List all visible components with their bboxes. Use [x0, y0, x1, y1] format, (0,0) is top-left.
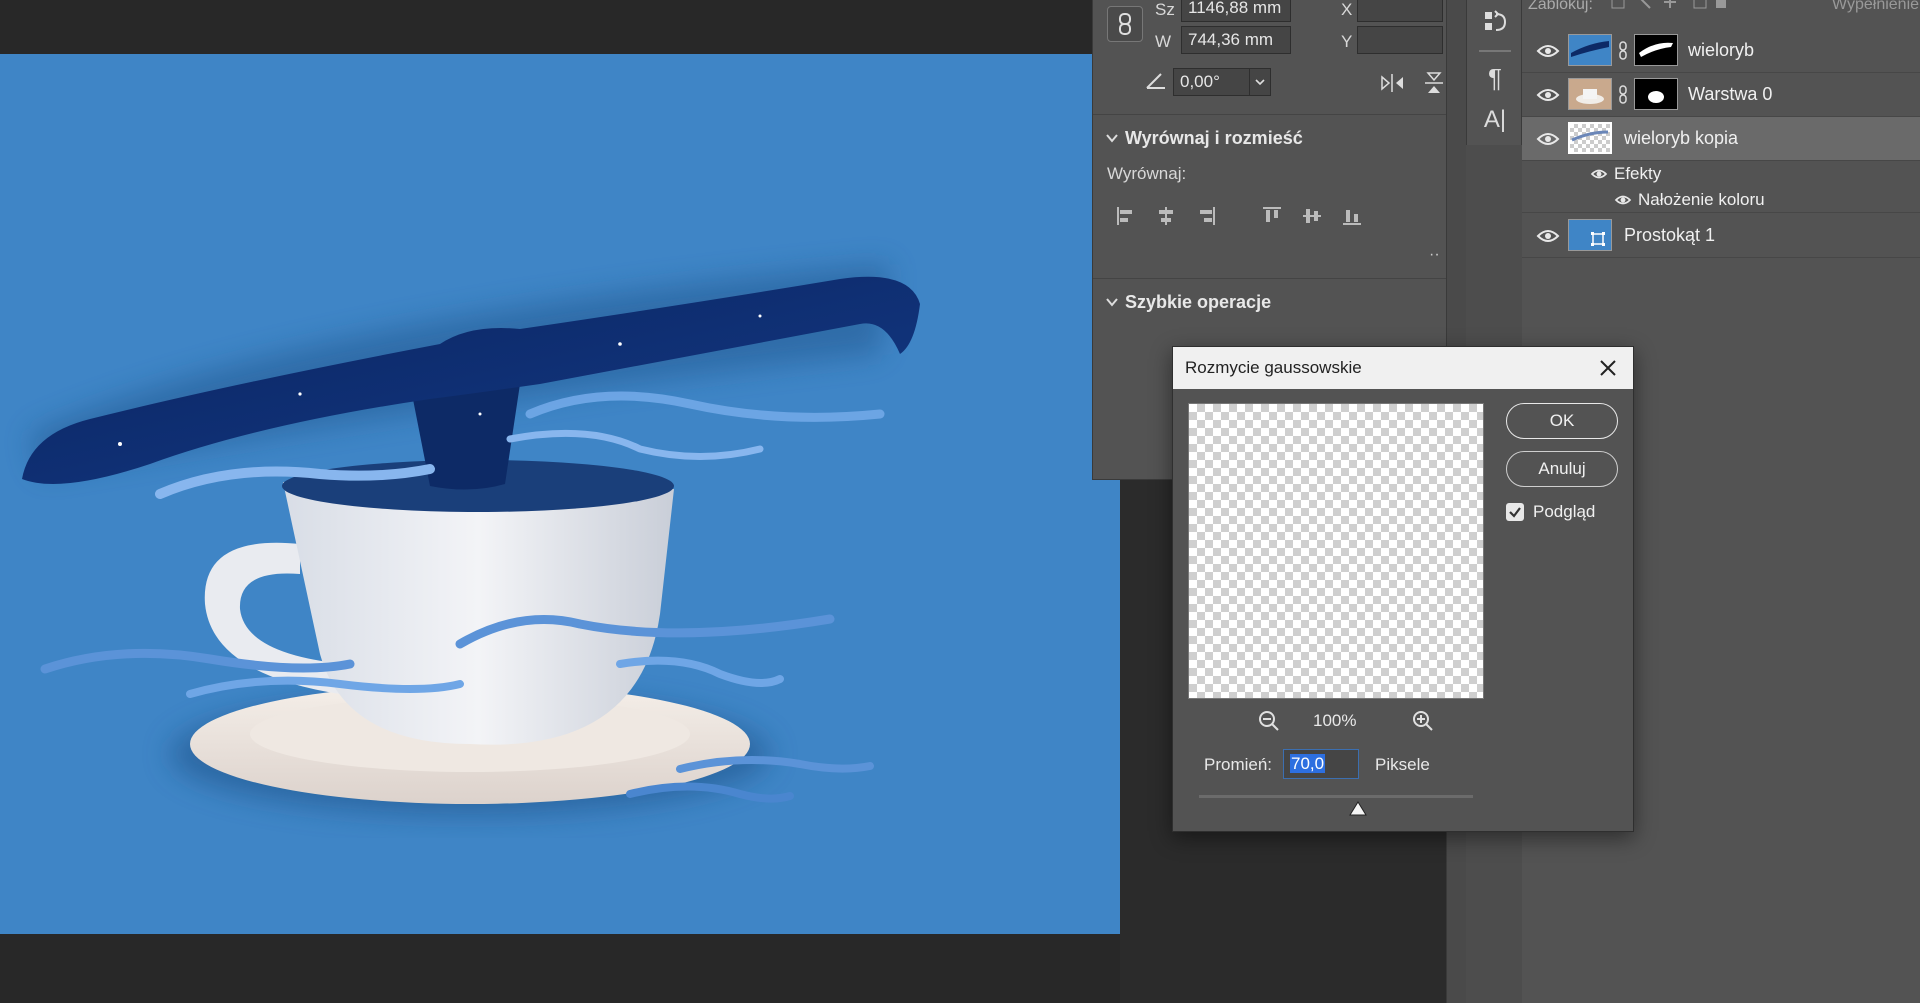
eye-icon[interactable] — [1590, 167, 1608, 181]
link-icon[interactable] — [1618, 85, 1628, 105]
radius-input[interactable]: 70,0 — [1283, 749, 1359, 779]
divider — [1093, 114, 1447, 115]
radius-label: Promień: — [1204, 755, 1273, 774]
chain-link-icon — [1119, 13, 1131, 35]
radius-slider-track[interactable] — [1199, 795, 1473, 798]
height-field[interactable]: 744,36 mm — [1181, 26, 1291, 54]
link-dimensions-button[interactable] — [1107, 6, 1143, 42]
align-vertical-center-icon[interactable] — [1301, 205, 1323, 227]
close-icon[interactable] — [1593, 353, 1623, 383]
angle-field[interactable]: 0,00° — [1173, 68, 1261, 96]
radius-slider-thumb[interactable] — [1349, 801, 1367, 817]
width-field[interactable]: 1146,88 mm — [1181, 0, 1291, 22]
eye-icon[interactable] — [1536, 226, 1560, 246]
chevron-down-icon[interactable] — [1105, 296, 1119, 308]
angle-icon — [1146, 73, 1165, 89]
effects-label: Efekty — [1614, 164, 1662, 183]
layer-row-wieloryb[interactable]: wieloryb — [1522, 29, 1920, 73]
align-label: Wyrównaj: — [1107, 164, 1187, 183]
document-canvas[interactable] — [0, 54, 1120, 934]
layer-row-warstwa-0[interactable]: Warstwa 0 — [1522, 73, 1920, 117]
align-right-icon[interactable] — [1195, 205, 1217, 227]
align-section-title[interactable]: Wyrównaj i rozmieść — [1125, 128, 1303, 149]
layer-mask-thumbnail[interactable] — [1634, 78, 1678, 110]
gaussian-blur-dialog: Rozmycie gaussowskie OK Anuluj Podgląd 1… — [1172, 346, 1634, 832]
layer-thumbnail — [1568, 122, 1612, 154]
divider — [1479, 50, 1511, 52]
units-label: Piksele — [1375, 755, 1430, 774]
divider — [1093, 278, 1447, 279]
height-label: W — [1155, 32, 1172, 51]
color-overlay-label: Nałożenie koloru — [1638, 190, 1765, 209]
layer-name[interactable]: Prostokąt 1 — [1624, 225, 1715, 246]
angle-dropdown[interactable] — [1249, 68, 1271, 96]
align-horizontal-center-icon[interactable] — [1155, 205, 1177, 227]
align-top-icon[interactable] — [1261, 205, 1283, 227]
history-icon-glyph — [1485, 10, 1507, 31]
lock-options-icons[interactable] — [1610, 0, 1730, 12]
chevron-down-icon — [1255, 79, 1265, 86]
zoom-out-icon[interactable] — [1257, 709, 1281, 733]
layer-name[interactable]: wieloryb kopia — [1624, 128, 1738, 149]
ok-button[interactable]: OK — [1506, 403, 1618, 439]
width-label: Sz — [1155, 0, 1175, 19]
align-left-icon[interactable] — [1115, 205, 1137, 227]
checkmark-icon — [1509, 507, 1521, 518]
preview-label[interactable]: Podgląd — [1533, 502, 1595, 522]
layer-mask-thumbnail[interactable] — [1634, 34, 1678, 66]
zoom-value: 100% — [1313, 711, 1357, 730]
quick-actions-title[interactable]: Szybkie operacje — [1125, 292, 1271, 313]
x-label: X — [1341, 0, 1353, 19]
dialog-title: Rozmycie gaussowskie — [1185, 358, 1362, 377]
chevron-down-icon[interactable] — [1105, 132, 1119, 144]
color-overlay-effect-row[interactable]: Nałożenie koloru — [1522, 187, 1920, 213]
layer-thumbnail — [1568, 219, 1612, 251]
x-field[interactable] — [1357, 0, 1443, 22]
layer-row-wieloryb-kopia[interactable]: wieloryb kopia — [1522, 117, 1920, 161]
y-label: Y — [1341, 32, 1353, 51]
layer-name[interactable]: Warstwa 0 — [1688, 84, 1772, 105]
layer-row-prostokat-1[interactable]: Prostokąt 1 — [1522, 214, 1920, 258]
y-field[interactable] — [1357, 26, 1443, 54]
eye-icon[interactable] — [1536, 129, 1560, 149]
eye-icon[interactable] — [1614, 193, 1632, 207]
layer-name[interactable]: wieloryb — [1688, 40, 1754, 61]
radius-value: 70,0 — [1290, 754, 1326, 773]
dialog-title-bar[interactable]: Rozmycie gaussowskie — [1173, 347, 1633, 389]
character-icon[interactable]: A| — [1479, 104, 1511, 136]
eye-icon[interactable] — [1536, 41, 1560, 61]
composite-artwork — [22, 264, 920, 814]
shape-layer-icon — [1591, 232, 1605, 246]
eye-icon[interactable] — [1536, 85, 1560, 105]
align-bottom-icon[interactable] — [1341, 205, 1363, 227]
layer-thumbnail — [1568, 34, 1612, 66]
filter-preview[interactable] — [1188, 403, 1484, 699]
more-options-icon[interactable]: ·· — [1429, 246, 1440, 264]
zoom-in-icon[interactable] — [1411, 709, 1435, 733]
preview-checkbox[interactable] — [1506, 503, 1524, 521]
paragraph-icon[interactable]: ¶ — [1479, 62, 1511, 94]
cancel-button[interactable]: Anuluj — [1506, 451, 1618, 487]
link-icon[interactable] — [1618, 41, 1628, 61]
fill-label: Wypełnienie — [1832, 0, 1920, 13]
flip-vertical-icon[interactable] — [1423, 70, 1445, 96]
flip-horizontal-icon[interactable] — [1379, 72, 1407, 94]
layer-thumbnail — [1568, 78, 1612, 110]
lock-label: Zablokuj: — [1528, 0, 1593, 13]
layer-effects-row[interactable]: Efekty — [1522, 161, 1920, 187]
history-icon[interactable] — [1479, 6, 1511, 38]
